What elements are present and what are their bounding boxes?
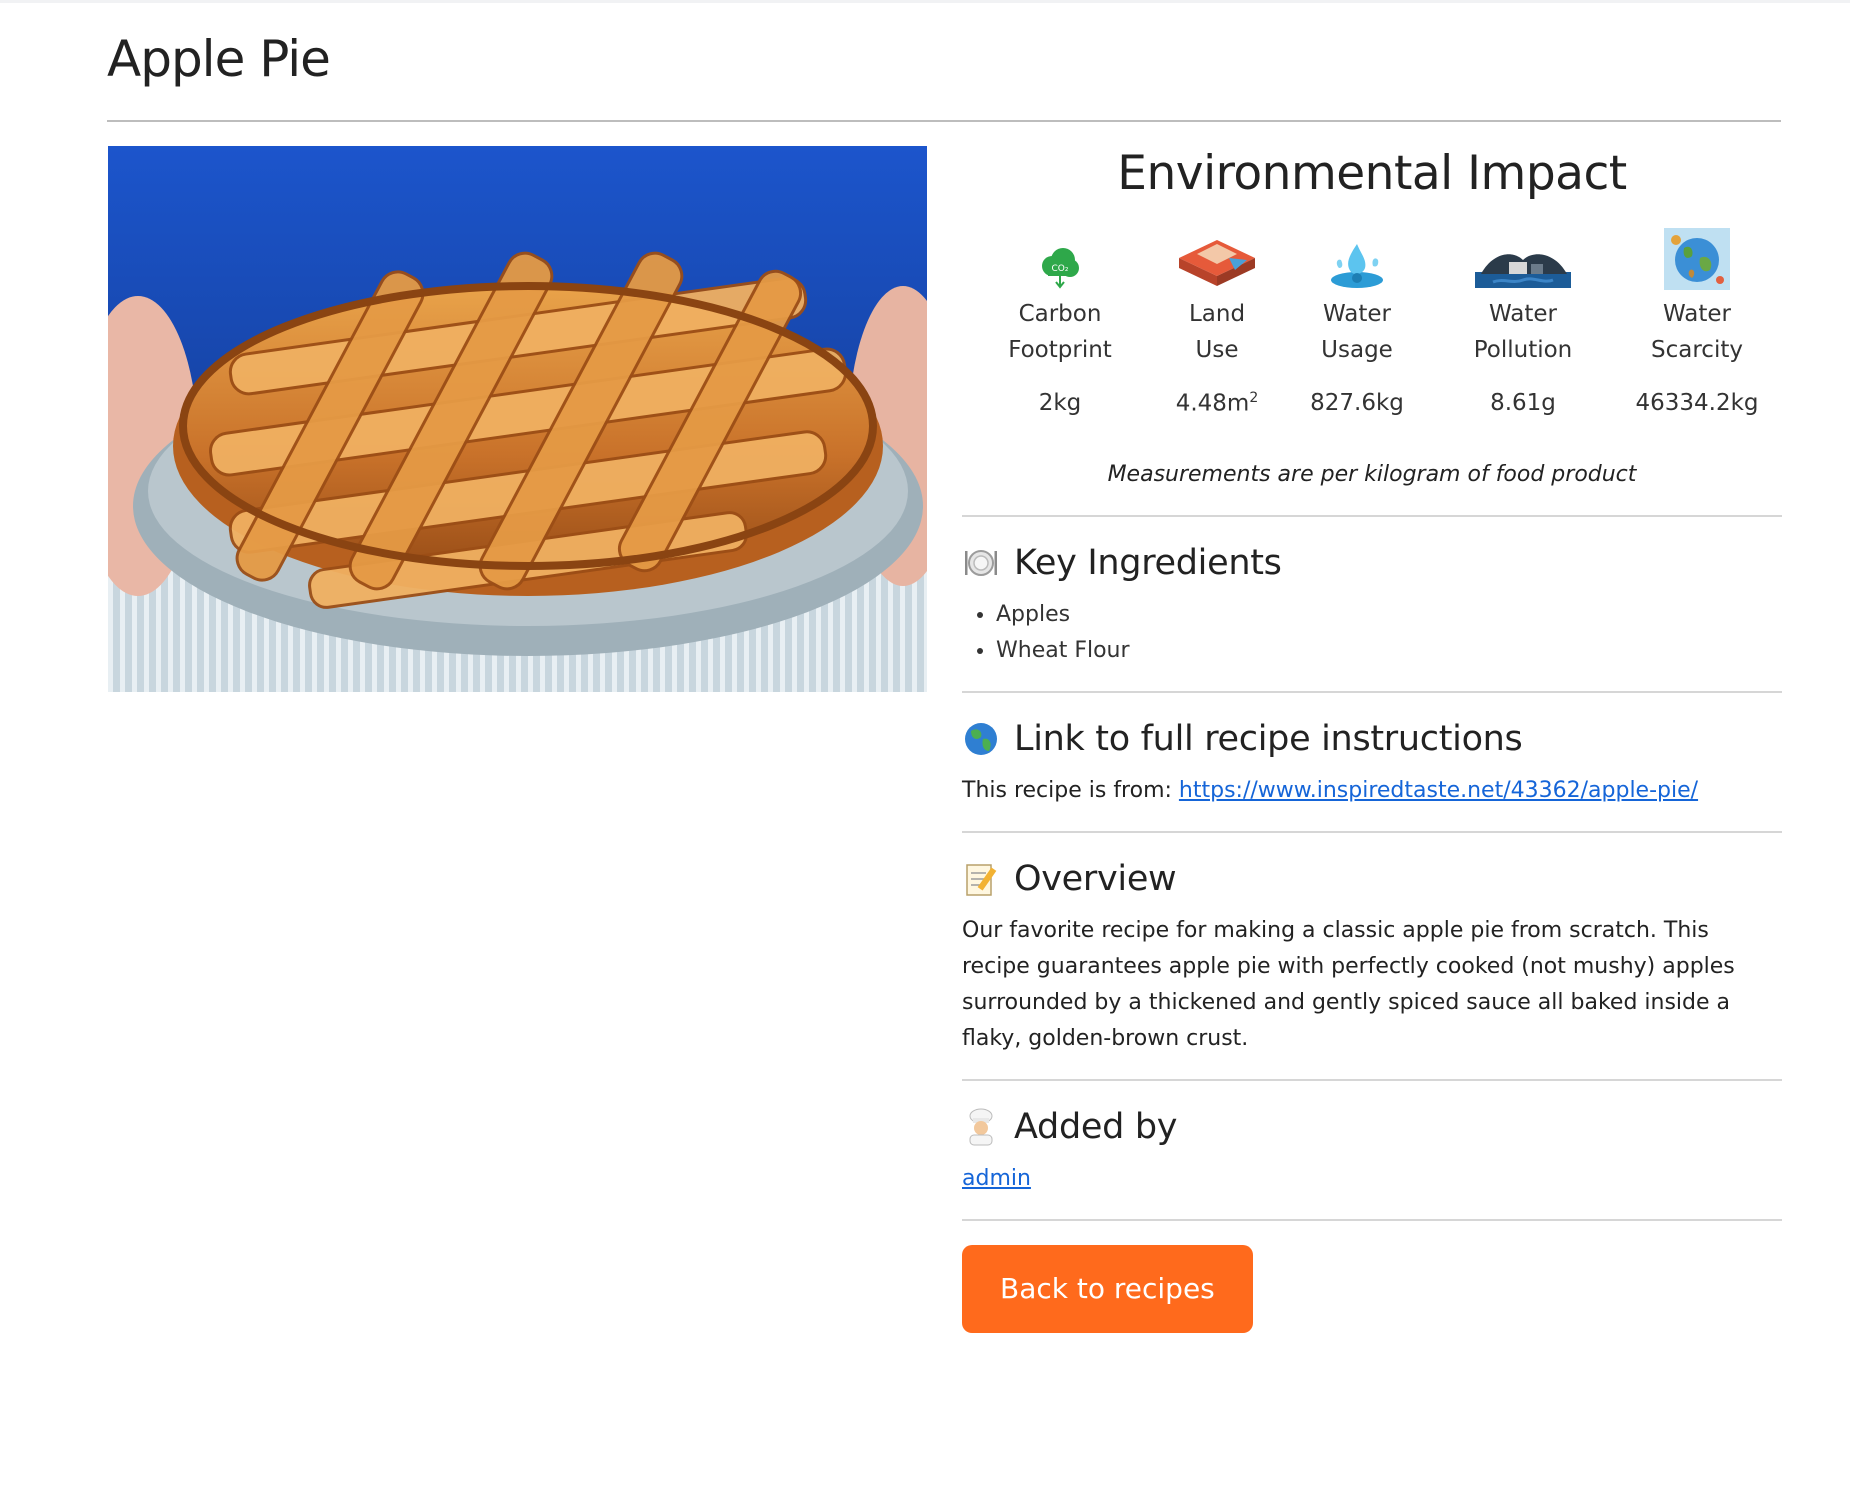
overview-section: Overview Our favorite recipe for making …: [962, 833, 1782, 1057]
globe-scarcity-icon: [1664, 228, 1730, 290]
metric-value: 827.6kg: [1310, 390, 1404, 416]
apple-pie-illustration: [108, 146, 927, 692]
recipe-source: This recipe is from: https://www.inspire…: [962, 773, 1782, 809]
overview-heading: Overview: [962, 855, 1782, 903]
author-link[interactable]: admin: [962, 1166, 1031, 1191]
top-border: [0, 0, 1850, 3]
section-title: Added by: [1014, 1107, 1178, 1147]
metric-label: Water Usage: [1321, 301, 1393, 363]
metric-water-scarcity: Water Scarcity 46334.2kg: [1622, 224, 1772, 416]
metric-value: 4.48m2: [1175, 390, 1259, 417]
impact-metrics: CO₂ Carbon Footprint 2kg Land Use 4.48m2: [962, 224, 1782, 454]
globe-icon: [962, 720, 1000, 758]
recipe-link-section: Link to full recipe instructions This re…: [962, 693, 1782, 809]
water-splash-icon: [1331, 244, 1383, 288]
environmental-impact-title: Environmental Impact: [1117, 146, 1627, 201]
metric-land-use: Land Use 4.48m2: [1142, 224, 1292, 417]
title-divider: [107, 120, 1781, 122]
metric-value: 2kg: [1038, 390, 1082, 416]
metric-label: Water Pollution: [1473, 301, 1573, 363]
metric-label: Land Use: [1188, 301, 1246, 363]
plate-icon: [962, 544, 1000, 582]
chef-icon: [962, 1108, 1000, 1146]
added-by-section: Added by admin: [962, 1081, 1782, 1197]
metric-water-pollution: Water Pollution 8.61g: [1448, 224, 1598, 416]
metric-label: Water Scarcity: [1651, 301, 1743, 363]
list-item: Apples: [996, 597, 1782, 633]
pollution-icon: [1475, 254, 1571, 288]
ingredients-list: Apples Wheat Flour: [962, 597, 1782, 669]
details-panel: Environmental Impact CO₂ Carbon Footprin…: [962, 146, 1782, 1333]
added-by-heading: Added by: [962, 1103, 1782, 1151]
back-to-recipes-button[interactable]: Back to recipes: [962, 1245, 1253, 1333]
recipe-source-link[interactable]: https://www.inspiredtaste.net/43362/appl…: [1179, 778, 1698, 803]
metric-label: Carbon Footprint: [1008, 301, 1112, 363]
recipe-image: [108, 146, 927, 692]
page-title: Apple Pie: [107, 30, 331, 88]
section-title: Key Ingredients: [1014, 543, 1282, 583]
recipe-link-heading: Link to full recipe instructions: [962, 715, 1782, 763]
memo-icon: [962, 860, 1000, 898]
overview-text: Our favorite recipe for making a classic…: [962, 918, 1735, 1051]
metric-value: 8.61g: [1490, 390, 1556, 416]
metric-carbon-footprint: CO₂ Carbon Footprint 2kg: [985, 224, 1135, 416]
key-ingredients-section: Key Ingredients Apples Wheat Flour: [962, 517, 1782, 669]
section-title: Link to full recipe instructions: [1014, 719, 1523, 759]
metric-water-usage: Water Usage 827.6kg: [1282, 224, 1432, 416]
svg-text:CO₂: CO₂: [1052, 264, 1069, 274]
added-by-user: admin: [962, 1161, 1782, 1197]
co2-cloud-icon: CO₂: [1042, 248, 1079, 289]
divider: [962, 1219, 1782, 1221]
source-prefix: This recipe is from:: [962, 778, 1179, 803]
measurement-note: Measurements are per kilogram of food pr…: [1107, 462, 1637, 487]
key-ingredients-heading: Key Ingredients: [962, 539, 1782, 587]
metric-value: 46334.2kg: [1635, 390, 1759, 416]
section-title: Overview: [1014, 859, 1177, 899]
list-item: Wheat Flour: [996, 633, 1782, 669]
land-icon: [1179, 240, 1255, 286]
